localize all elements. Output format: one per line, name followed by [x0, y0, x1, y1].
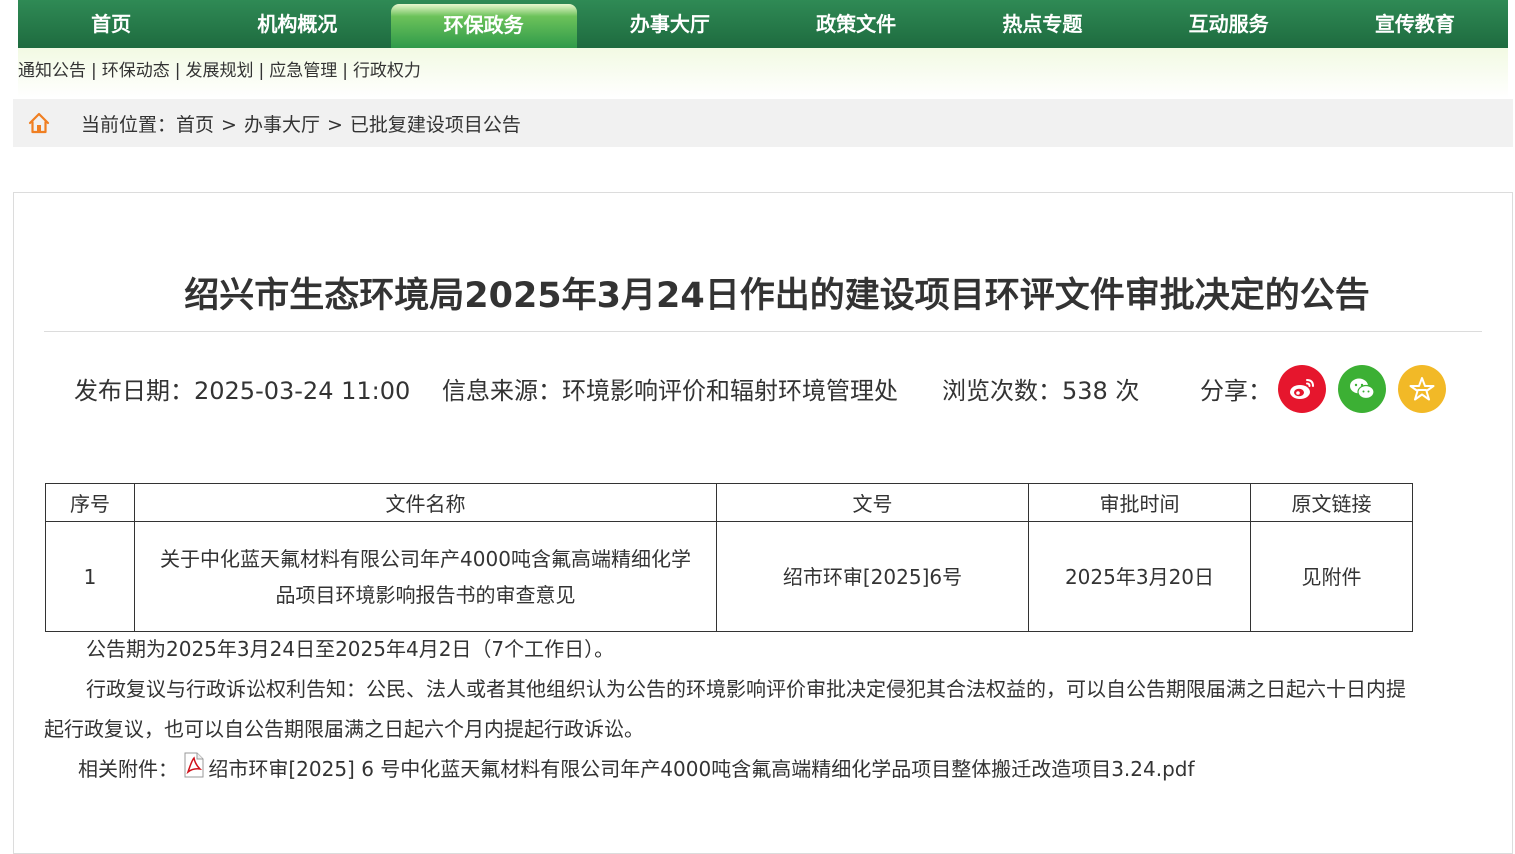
share-label: 分享：	[1200, 377, 1272, 405]
file-name-line: 关于中化蓝天氟材料有限公司年产4000吨含氟高端精细化学	[160, 546, 691, 571]
table-header-row: 序号 文件名称 文号 审批时间 原文链接	[45, 483, 1413, 522]
approval-table: 序号 文件名称 文号 审批时间 原文链接 1 关于中化蓝天氟材料有限公司年产40…	[45, 483, 1413, 632]
rights-notice-line: 起行政复议，也可以自公告期限届满之日起六个月内提起行政诉讼。	[44, 717, 644, 741]
nav-hot-topics[interactable]: 热点专题	[949, 0, 1135, 48]
subnav-separator: |	[174, 61, 181, 81]
cell-doc-number: 绍市环审[2025]6号	[716, 521, 1029, 632]
info-source: 信息来源：环境影响评价和辐射环境管理处	[442, 377, 898, 405]
cell-original-link[interactable]: 见附件	[1250, 521, 1413, 632]
cell-file-name: 关于中化蓝天氟材料有限公司年产4000吨含氟高端精细化学 品项目环境影响报告书的…	[134, 521, 717, 632]
wechat-icon[interactable]	[1338, 365, 1386, 413]
breadcrumb-current[interactable]: 已批复建设项目公告	[350, 114, 521, 136]
attachment-link[interactable]: 绍市环审[2025] 6 号中化蓝天氟材料有限公司年产4000吨含氟高端精细化学…	[208, 757, 1194, 781]
breadcrumb-home[interactable]: 首页	[176, 114, 214, 136]
nav-policy-documents[interactable]: 政策文件	[763, 0, 949, 48]
breadcrumb-separator: >	[221, 114, 237, 136]
attachment-label: 相关附件：	[78, 757, 178, 781]
subnav-link-news[interactable]: 环保动态	[102, 61, 170, 81]
rights-notice-line: 行政复议与行政诉讼权利告知：公民、法人或者其他组织认为公告的环境影响评价审批决定…	[86, 677, 1406, 701]
subnav-separator: |	[342, 61, 348, 81]
home-icon[interactable]	[27, 111, 51, 135]
nav-home[interactable]: 首页	[18, 0, 204, 48]
nav-publicity-education[interactable]: 宣传教育	[1322, 0, 1508, 48]
favorite-star-icon[interactable]	[1398, 365, 1446, 413]
subnav-link-notices[interactable]: 通知公告	[18, 61, 86, 81]
weibo-icon[interactable]	[1278, 365, 1326, 413]
title-divider	[44, 331, 1482, 332]
attachment-row: 相关附件： 绍市环审[2025] 6 号中化蓝天氟材料有限公司年产4000吨含氟…	[78, 749, 1195, 789]
subnav-separator: |	[91, 61, 97, 81]
publish-date: 发布日期：2025-03-24 11:00	[74, 377, 411, 405]
column-header-original-link: 原文链接	[1250, 483, 1413, 522]
article-panel: 绍兴市生态环境局2025年3月24日作出的建设项目环评文件审批决定的公告 发布日…	[13, 192, 1513, 854]
breadcrumb-prefix: 当前位置：	[81, 114, 177, 136]
notice-period-text: 公告期为2025年3月24日至2025年4月2日（7个工作日）。	[86, 637, 615, 661]
breadcrumb: 当前位置：首页 > 办事大厅 > 已批复建设项目公告	[13, 99, 1513, 147]
nav-environmental-affairs[interactable]: 环保政务	[390, 4, 577, 48]
subnav-link-planning[interactable]: 发展规划	[185, 61, 253, 81]
view-count: 浏览次数：538 次	[942, 377, 1140, 405]
breadcrumb-service-hall[interactable]: 办事大厅	[244, 114, 320, 136]
cell-approval-date: 2025年3月20日	[1028, 521, 1251, 632]
column-header-approval-time: 审批时间	[1028, 483, 1251, 522]
subnav-link-emergency[interactable]: 应急管理	[269, 61, 337, 81]
pdf-file-icon	[184, 752, 204, 778]
nav-interactive-service[interactable]: 互动服务	[1136, 0, 1322, 48]
column-header-doc-number: 文号	[716, 483, 1029, 522]
file-name-line: 品项目环境影响报告书的审查意见	[275, 582, 576, 607]
column-header-file-name: 文件名称	[134, 483, 717, 522]
article-title: 绍兴市生态环境局2025年3月24日作出的建设项目环评文件审批决定的公告	[184, 276, 1370, 316]
subnav-link-admin-power[interactable]: 行政权力	[353, 61, 421, 81]
sub-nav: 通知公告 | 环保动态 | 发展规划 | 应急管理 | 行政权力	[18, 48, 1508, 98]
cell-index: 1	[45, 521, 135, 632]
column-header-index: 序号	[45, 483, 135, 522]
main-nav: 首页 机构概况 环保政务 办事大厅 政策文件 热点专题 互动服务 宣传教育	[18, 0, 1508, 48]
breadcrumb-separator: >	[326, 114, 343, 136]
subnav-separator: |	[258, 61, 265, 81]
nav-organization[interactable]: 机构概况	[204, 0, 390, 48]
table-row: 1 关于中化蓝天氟材料有限公司年产4000吨含氟高端精细化学 品项目环境影响报告…	[45, 521, 1413, 632]
nav-service-hall[interactable]: 办事大厅	[577, 0, 763, 48]
